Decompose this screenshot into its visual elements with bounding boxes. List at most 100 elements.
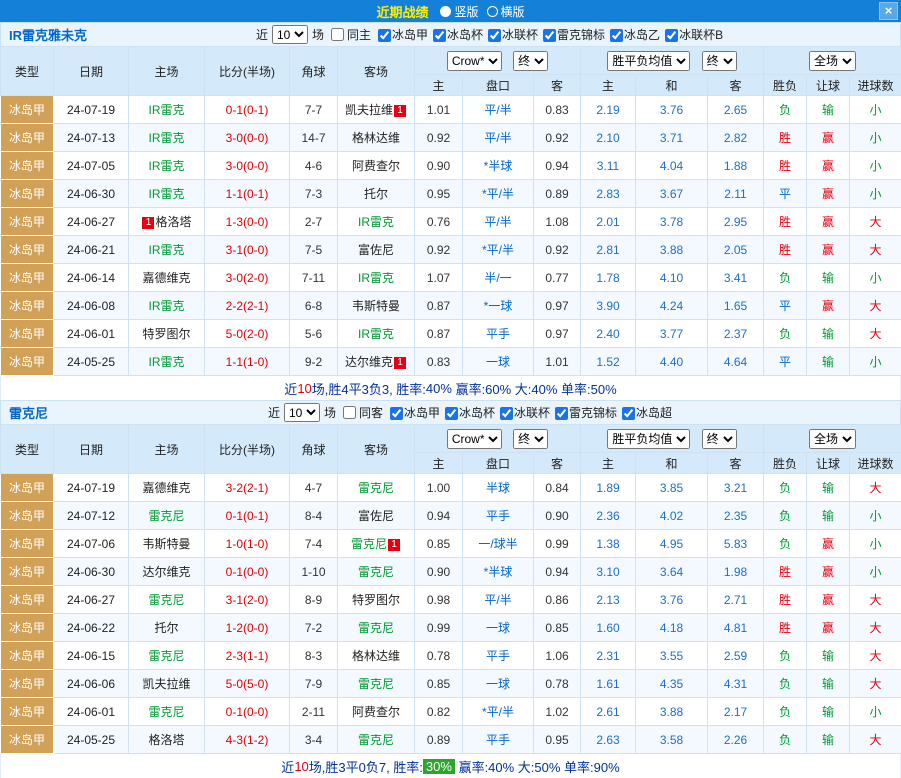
col-handicap-result: 让球 bbox=[807, 453, 850, 474]
eu-away-odds: 2.17 bbox=[708, 698, 764, 726]
league-label: 冰岛杯 bbox=[459, 406, 495, 420]
team-name: IR雷克 bbox=[148, 243, 184, 257]
same-venue-checkbox[interactable] bbox=[331, 28, 344, 41]
vertical-layout-radio[interactable] bbox=[440, 6, 451, 17]
horizontal-layout-radio[interactable] bbox=[487, 6, 498, 17]
league-checkbox[interactable] bbox=[378, 29, 391, 42]
league-checkbox[interactable] bbox=[433, 29, 446, 42]
score-cell: 0-1(0-0) bbox=[205, 698, 290, 726]
home-team-cell: 托尔 bbox=[129, 614, 205, 642]
goals-result-cell: 小 bbox=[850, 152, 901, 180]
close-icon[interactable]: × bbox=[879, 2, 898, 20]
team-name: 雷克尼 bbox=[148, 593, 184, 607]
eu-away-odds: 3.21 bbox=[708, 474, 764, 502]
handicap-cell: 一/球半 bbox=[463, 530, 534, 558]
league-label: 冰岛甲 bbox=[404, 406, 440, 420]
team-name: 特罗图尔 bbox=[352, 593, 400, 607]
scope-select[interactable]: 全场 bbox=[809, 429, 856, 449]
handicap-result-cell: 赢 bbox=[807, 124, 850, 152]
league-cell: 冰岛甲 bbox=[1, 152, 54, 180]
league-cell: 冰岛甲 bbox=[1, 502, 54, 530]
eu-away-odds: 1.88 bbox=[708, 152, 764, 180]
asia-home-odds: 0.89 bbox=[415, 726, 463, 754]
summary-stats: 赢率:60% 大:40% 单率:50% bbox=[452, 379, 617, 398]
section-home-team: IR雷克雅未克 近 10 场 同主 冰岛甲冰岛杯冰联杯雷克锦标冰岛乙冰联杯B 类… bbox=[0, 22, 901, 400]
market-select[interactable]: 胜平负均值 bbox=[607, 51, 690, 71]
date-cell: 24-07-19 bbox=[54, 96, 129, 124]
team-name: 特罗图尔 bbox=[142, 327, 190, 341]
date-cell: 24-05-25 bbox=[54, 726, 129, 754]
eu-stage-select[interactable]: 终 bbox=[702, 429, 737, 449]
league-checkbox[interactable] bbox=[500, 407, 513, 420]
corner-cell: 2-7 bbox=[290, 208, 338, 236]
match-count-select[interactable]: 10 bbox=[284, 403, 320, 422]
eu-stage-select[interactable]: 终 bbox=[702, 51, 737, 71]
score-cell: 5-0(5-0) bbox=[205, 670, 290, 698]
team-name: 嘉德维克 bbox=[142, 481, 190, 495]
col-date: 日期 bbox=[54, 47, 129, 96]
team-name: 雷克尼 bbox=[148, 509, 184, 523]
league-checkbox[interactable] bbox=[543, 29, 556, 42]
score-cell: 1-2(0-0) bbox=[205, 614, 290, 642]
asia-away-odds: 0.97 bbox=[534, 292, 581, 320]
handicap-result-cell: 输 bbox=[807, 726, 850, 754]
bookmaker-select[interactable]: Crow* bbox=[447, 51, 502, 71]
away-team-cell: IR雷克 bbox=[338, 264, 415, 292]
match-row: 冰岛甲24-06-21IR雷克3-1(0-0)7-5富佐尼0.92*平/半0.9… bbox=[1, 236, 901, 264]
league-checkbox[interactable] bbox=[445, 407, 458, 420]
same-venue-checkbox[interactable] bbox=[343, 406, 356, 419]
scope-select[interactable]: 全场 bbox=[809, 51, 856, 71]
market-select[interactable]: 胜平负均值 bbox=[607, 429, 690, 449]
league-cell: 冰岛甲 bbox=[1, 292, 54, 320]
col-eu-away: 客 bbox=[708, 75, 764, 96]
goals-result-cell: 小 bbox=[850, 264, 901, 292]
title-bar: 近期战绩 竖版 横版 × bbox=[0, 0, 901, 22]
same-venue-label: 同客 bbox=[359, 404, 383, 421]
match-row: 冰岛甲24-07-12雷克尼0-1(0-1)8-4富佐尼0.94平手0.902.… bbox=[1, 502, 901, 530]
col-eu-home: 主 bbox=[581, 75, 636, 96]
league-checkbox[interactable] bbox=[390, 407, 403, 420]
asia-stage-select[interactable]: 终 bbox=[513, 429, 548, 449]
date-cell: 24-07-19 bbox=[54, 474, 129, 502]
match-row: 冰岛甲24-06-30达尔维克0-1(0-0)1-10雷克尼0.90*半球0.9… bbox=[1, 558, 901, 586]
league-cell: 冰岛甲 bbox=[1, 236, 54, 264]
handicap-result-cell: 输 bbox=[807, 320, 850, 348]
bookmaker-select[interactable]: Crow* bbox=[447, 429, 502, 449]
eu-home-odds: 2.83 bbox=[581, 180, 636, 208]
match-count-select[interactable]: 10 bbox=[272, 25, 308, 44]
col-date: 日期 bbox=[54, 425, 129, 474]
scope-controls: 全场 bbox=[764, 47, 901, 75]
asia-odds-controls: Crow* 终 bbox=[415, 425, 581, 453]
team-name: 雷克尼 bbox=[358, 733, 394, 747]
league-checkbox[interactable] bbox=[555, 407, 568, 420]
match-row: 冰岛甲24-06-22托尔1-2(0-0)7-2雷克尼0.99一球0.851.6… bbox=[1, 614, 901, 642]
eu-home-odds: 1.60 bbox=[581, 614, 636, 642]
asia-away-odds: 1.01 bbox=[534, 348, 581, 376]
eu-home-odds: 2.31 bbox=[581, 642, 636, 670]
goals-result-cell: 大 bbox=[850, 320, 901, 348]
col-eu-home: 主 bbox=[581, 453, 636, 474]
date-cell: 24-06-14 bbox=[54, 264, 129, 292]
asia-odds-controls: Crow* 终 bbox=[415, 47, 581, 75]
result-cell: 负 bbox=[764, 474, 807, 502]
date-cell: 24-07-12 bbox=[54, 502, 129, 530]
result-cell: 平 bbox=[764, 180, 807, 208]
match-row: 冰岛甲24-06-27雷克尼3-1(2-0)8-9特罗图尔0.98平/半0.86… bbox=[1, 586, 901, 614]
eu-draw-odds: 3.67 bbox=[636, 180, 708, 208]
asia-stage-select[interactable]: 终 bbox=[513, 51, 548, 71]
col-asia-away: 客 bbox=[534, 75, 581, 96]
league-checkbox[interactable] bbox=[488, 29, 501, 42]
handicap-cell: 一球 bbox=[463, 670, 534, 698]
goals-result-cell: 大 bbox=[850, 236, 901, 264]
handicap-result-cell: 输 bbox=[807, 502, 850, 530]
league-checkbox[interactable] bbox=[665, 29, 678, 42]
asia-home-odds: 0.87 bbox=[415, 292, 463, 320]
date-cell: 24-07-13 bbox=[54, 124, 129, 152]
away-team-cell: 托尔 bbox=[338, 180, 415, 208]
league-checkbox[interactable] bbox=[610, 29, 623, 42]
section-away-team: 雷克尼 近 10 场 同客 冰岛甲冰岛杯冰联杯雷克锦标冰岛超 类型 日期 主场 … bbox=[0, 400, 901, 778]
league-checkbox[interactable] bbox=[622, 407, 635, 420]
goals-result-cell: 小 bbox=[850, 698, 901, 726]
asia-away-odds: 0.94 bbox=[534, 558, 581, 586]
goals-result-cell: 小 bbox=[850, 348, 901, 376]
